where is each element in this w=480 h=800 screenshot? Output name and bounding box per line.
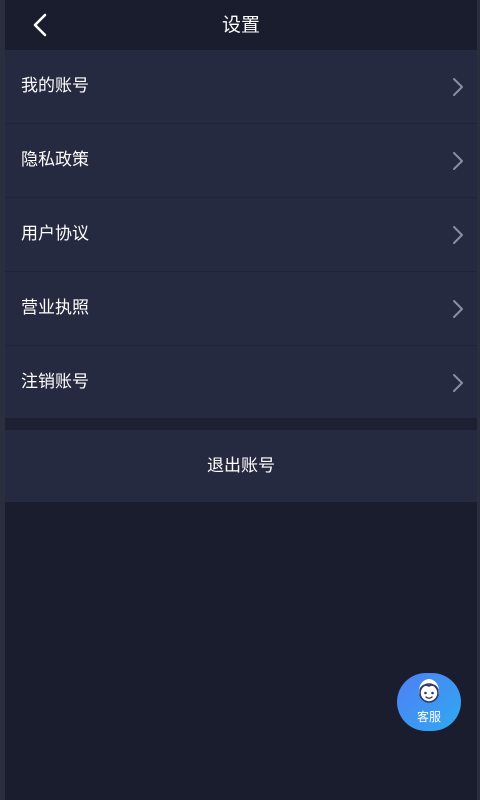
agent-avatar-icon xyxy=(418,679,440,703)
settings-item-label: 我的账号 xyxy=(21,76,89,96)
section-divider xyxy=(5,418,477,430)
chevron-right-icon xyxy=(453,78,463,96)
settings-item-delete-account[interactable]: 注销账号 xyxy=(5,346,477,418)
settings-item-label: 营业执照 xyxy=(21,298,89,318)
settings-item-business-license[interactable]: 营业执照 xyxy=(5,272,477,346)
settings-item-label: 用户协议 xyxy=(21,224,89,244)
settings-list: 我的账号 隐私政策 用户协议 营业执照 注销账号 xyxy=(5,50,477,418)
customer-service-button[interactable]: 客服 xyxy=(397,673,461,731)
page-title: 设置 xyxy=(221,14,260,36)
header-bar: 设置 xyxy=(5,0,477,50)
settings-screen: 设置 我的账号 隐私政策 用户协议 营业执照 注销账号 退出账号 客服 xyxy=(0,0,480,800)
chevron-right-icon xyxy=(453,152,463,170)
chevron-right-icon xyxy=(453,226,463,244)
chevron-right-icon xyxy=(453,374,463,392)
chevron-right-icon xyxy=(453,300,463,318)
settings-item-my-account[interactable]: 我的账号 xyxy=(5,50,477,124)
logout-label: 退出账号 xyxy=(207,456,275,476)
settings-item-label: 隐私政策 xyxy=(21,150,89,170)
settings-item-label: 注销账号 xyxy=(21,372,89,392)
logout-button[interactable]: 退出账号 xyxy=(5,430,477,502)
settings-item-privacy-policy[interactable]: 隐私政策 xyxy=(5,124,477,198)
settings-item-user-agreement[interactable]: 用户协议 xyxy=(5,198,477,272)
customer-service-label: 客服 xyxy=(416,710,441,724)
